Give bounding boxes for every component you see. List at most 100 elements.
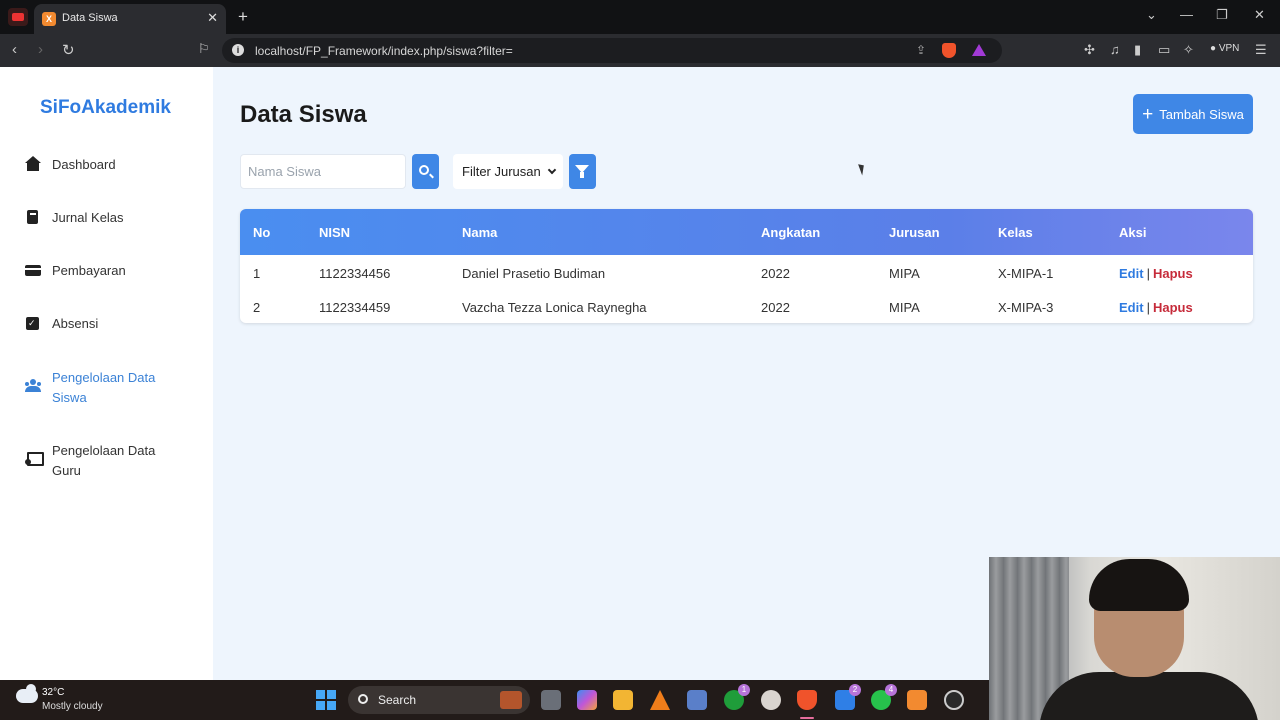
edit-link[interactable]: Edit bbox=[1119, 266, 1144, 281]
brave-browser-icon[interactable] bbox=[797, 690, 817, 710]
sidebar-item-data-guru[interactable]: Pengelolaan Data Guru bbox=[24, 441, 172, 481]
add-student-button[interactable]: + Tambah Siswa bbox=[1133, 94, 1253, 134]
cell-angkatan: 2022 bbox=[761, 300, 790, 315]
teacher-icon bbox=[24, 450, 44, 468]
students-table: No NISN Nama Angkatan Jurusan Kelas Aksi… bbox=[240, 209, 1253, 323]
minimize-icon[interactable]: — bbox=[1180, 7, 1193, 22]
vpn-button[interactable]: ● VPN bbox=[1210, 43, 1239, 54]
xampp-icon[interactable] bbox=[907, 690, 927, 710]
filter-button[interactable] bbox=[569, 154, 596, 189]
presenter-body bbox=[1039, 672, 1259, 720]
major-filter-select[interactable]: Filter Jurusan bbox=[453, 154, 563, 189]
sidebar-item-absensi[interactable]: Absensi bbox=[24, 314, 172, 334]
copilot-icon[interactable] bbox=[577, 690, 597, 710]
taskbar-search[interactable]: Search bbox=[348, 686, 530, 714]
sidebar-item-label: Pengelolaan Data Guru bbox=[52, 443, 156, 478]
youtube-tab-icon[interactable] bbox=[8, 8, 28, 26]
column-header: Kelas bbox=[998, 225, 1033, 240]
search-icon bbox=[419, 165, 429, 175]
tab-search-chevron-icon[interactable]: ⌄ bbox=[1146, 7, 1157, 23]
brave-rewards-icon[interactable] bbox=[972, 44, 986, 56]
browser-tab-bar: X Data Siswa ✕ + ⌄ — ❐ ✕ bbox=[0, 0, 1280, 34]
mouse-cursor-icon bbox=[858, 162, 867, 176]
cell-angkatan: 2022 bbox=[761, 266, 790, 281]
new-tab-icon[interactable]: + bbox=[238, 7, 248, 27]
plus-icon: + bbox=[1142, 103, 1154, 125]
weather-temperature: 32°C bbox=[42, 687, 65, 698]
vpn-label: VPN bbox=[1218, 43, 1240, 54]
bookmark-icon[interactable]: ⚐ bbox=[198, 41, 210, 57]
wallet-icon[interactable]: ▭ bbox=[1158, 42, 1170, 58]
media-icon[interactable]: ♫ bbox=[1110, 42, 1120, 57]
cell-nisn: 1122334456 bbox=[319, 266, 391, 281]
browser-toolbar: ‹ › ↻ ⚐ i localhost/FP_Framework/index.p… bbox=[0, 34, 1280, 67]
sidebar-item-label: Absensi bbox=[52, 316, 99, 331]
tab-title: Data Siswa bbox=[62, 12, 118, 24]
notification-badge: 2 bbox=[849, 684, 861, 696]
cell-nama: Vazcha Tezza Lonica Raynegha bbox=[462, 300, 647, 315]
table-header: No NISN Nama Angkatan Jurusan Kelas Aksi bbox=[240, 209, 1253, 255]
extensions-icon[interactable]: ✣ bbox=[1084, 42, 1095, 58]
cell-nisn: 1122334459 bbox=[319, 300, 391, 315]
site-info-icon[interactable]: i bbox=[232, 44, 244, 56]
sidebar-item-data-siswa[interactable]: Pengelolaan Data Siswa bbox=[24, 368, 172, 408]
weather-condition: Mostly cloudy bbox=[42, 701, 103, 712]
filter-icon bbox=[575, 165, 589, 178]
search-highlight-icon bbox=[500, 691, 522, 709]
task-view-icon[interactable] bbox=[541, 690, 561, 710]
microsoft-store-icon[interactable] bbox=[687, 690, 707, 710]
file-explorer-icon[interactable] bbox=[613, 690, 633, 710]
leo-ai-icon[interactable]: ✧ bbox=[1183, 42, 1194, 58]
sidebar-toggle-icon[interactable]: ▮ bbox=[1134, 42, 1141, 58]
windows-taskbar: 32°C Mostly cloudy Search 1 2 4 bbox=[0, 680, 989, 720]
table-row: 1 1122334456 Daniel Prasetio Budiman 202… bbox=[240, 255, 1253, 289]
cell-nama: Daniel Prasetio Budiman bbox=[462, 266, 606, 281]
forward-icon[interactable]: › bbox=[38, 41, 43, 58]
brave-shields-icon[interactable] bbox=[942, 43, 956, 58]
reload-icon[interactable]: ↻ bbox=[62, 41, 75, 59]
search-button[interactable] bbox=[412, 154, 439, 189]
address-bar[interactable]: i localhost/FP_Framework/index.php/siswa… bbox=[222, 38, 1002, 63]
sidebar-item-jurnal-kelas[interactable]: Jurnal Kelas bbox=[24, 208, 172, 228]
table-row: 2 1122334459 Vazcha Tezza Lonica Raynegh… bbox=[240, 289, 1253, 323]
cloud-icon bbox=[16, 684, 38, 703]
brand-logo[interactable]: SiFoAkademik bbox=[40, 97, 171, 119]
todo-icon[interactable]: 2 bbox=[835, 684, 861, 710]
clock-app-icon[interactable] bbox=[761, 690, 781, 710]
search-name-input[interactable] bbox=[240, 154, 406, 189]
column-header: Angkatan bbox=[761, 225, 821, 240]
share-icon[interactable]: ⇪ bbox=[916, 43, 926, 57]
search-icon bbox=[358, 694, 368, 704]
sidebar-item-dashboard[interactable]: Dashboard bbox=[24, 155, 172, 175]
sidebar-item-label: Pengelolaan Data Siswa bbox=[52, 370, 156, 405]
sidebar-item-pembayaran[interactable]: Pembayaran bbox=[24, 261, 172, 281]
webcam-overlay bbox=[989, 557, 1280, 720]
book-icon bbox=[24, 209, 42, 227]
presenter-hair bbox=[1089, 559, 1189, 611]
edit-link[interactable]: Edit bbox=[1119, 300, 1144, 315]
windows-start-icon[interactable] bbox=[316, 690, 336, 710]
delete-link[interactable]: Hapus bbox=[1153, 300, 1193, 315]
vlc-icon[interactable] bbox=[650, 690, 670, 710]
delete-link[interactable]: Hapus bbox=[1153, 266, 1193, 281]
cell-jurusan: MIPA bbox=[889, 266, 920, 281]
xbox-icon[interactable]: 1 bbox=[724, 684, 750, 710]
add-student-label: Tambah Siswa bbox=[1159, 106, 1244, 122]
cell-kelas: X-MIPA-1 bbox=[998, 266, 1054, 281]
url-text[interactable]: localhost/FP_Framework/index.php/siswa?f… bbox=[255, 44, 513, 58]
close-window-icon[interactable]: ✕ bbox=[1254, 7, 1265, 23]
tab-data-siswa[interactable]: X Data Siswa ✕ bbox=[34, 4, 226, 34]
action-separator: | bbox=[1146, 266, 1150, 281]
filter-select-label: Filter Jurusan bbox=[462, 164, 541, 179]
back-icon[interactable]: ‹ bbox=[12, 41, 17, 58]
page-title: Data Siswa bbox=[240, 101, 367, 128]
whatsapp-icon[interactable]: 4 bbox=[871, 684, 897, 710]
home-icon bbox=[24, 156, 42, 174]
cell-no: 2 bbox=[253, 300, 261, 315]
users-icon bbox=[24, 377, 42, 395]
restore-icon[interactable]: ❐ bbox=[1216, 7, 1228, 23]
tab-close-icon[interactable]: ✕ bbox=[207, 10, 218, 26]
obs-icon[interactable] bbox=[944, 690, 964, 710]
menu-icon[interactable]: ☰ bbox=[1255, 42, 1267, 58]
sidebar-item-label: Dashboard bbox=[52, 157, 116, 172]
